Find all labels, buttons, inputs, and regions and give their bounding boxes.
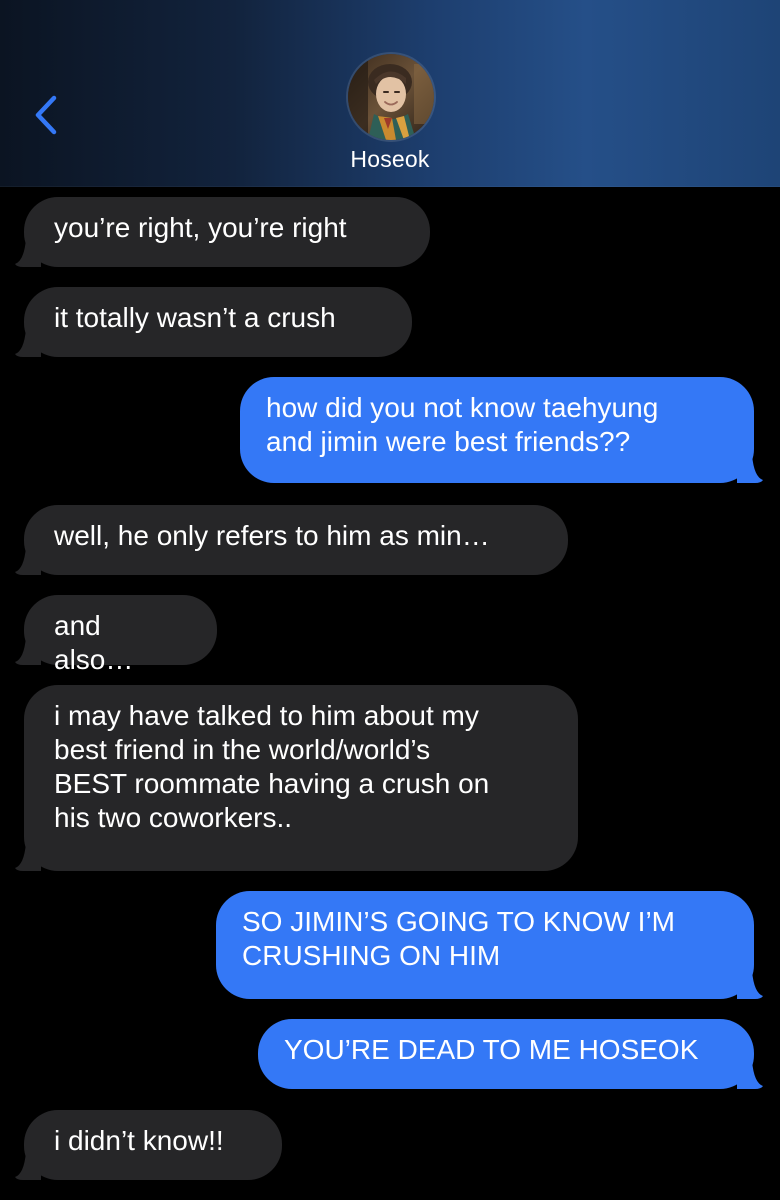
message-text: how did you not know taehyung and jimin … — [266, 392, 659, 457]
back-button[interactable] — [28, 92, 64, 138]
message-thread[interactable]: you’re right, you’re right it totally wa… — [0, 187, 780, 1200]
message-text: YOU’RE DEAD TO ME HOSEOK — [284, 1034, 699, 1065]
message-text: well, he only refers to him as min… — [54, 520, 490, 551]
message-text: you’re right, you’re right — [54, 212, 347, 243]
incoming-message-bubble[interactable]: well, he only refers to him as min… — [15, 505, 568, 575]
bubble-tail — [15, 1152, 41, 1180]
bubble-tail — [15, 843, 41, 871]
bubble-tail — [15, 547, 41, 575]
message-text: it totally wasn’t a crush — [54, 302, 336, 333]
incoming-message-bubble[interactable]: and also… — [15, 595, 217, 675]
avatar-photo — [348, 54, 434, 140]
contact-name[interactable]: Hoseok — [0, 146, 780, 173]
bubble-tail — [737, 971, 763, 999]
outgoing-message-bubble[interactable]: SO JIMIN’S GOING TO KNOW I’M CRUSHING ON… — [216, 891, 763, 999]
message-text: SO JIMIN’S GOING TO KNOW I’M CRUSHING ON… — [242, 906, 675, 971]
contact-avatar[interactable] — [348, 54, 434, 140]
bubble-tail — [15, 637, 41, 665]
bubble-tail — [737, 1061, 763, 1089]
outgoing-message-bubble[interactable]: how did you not know taehyung and jimin … — [240, 377, 763, 483]
incoming-message-bubble[interactable]: i didn’t know!! — [15, 1110, 282, 1180]
chevron-left-icon — [35, 95, 57, 135]
outgoing-message-bubble[interactable]: YOU’RE DEAD TO ME HOSEOK — [258, 1019, 763, 1089]
incoming-message-bubble[interactable]: it totally wasn’t a crush — [15, 287, 412, 357]
incoming-message-bubble[interactable]: you’re right, you’re right — [15, 197, 430, 267]
incoming-message-bubble[interactable]: i may have talked to him about my best f… — [15, 685, 578, 871]
message-text: i didn’t know!! — [54, 1125, 224, 1156]
bubble-tail — [15, 239, 41, 267]
bubble-tail — [15, 329, 41, 357]
conversation-header: Hoseok — [0, 0, 780, 187]
message-text: and also… — [54, 610, 134, 675]
message-text: i may have talked to him about my best f… — [54, 700, 490, 833]
bubble-tail — [737, 455, 763, 483]
